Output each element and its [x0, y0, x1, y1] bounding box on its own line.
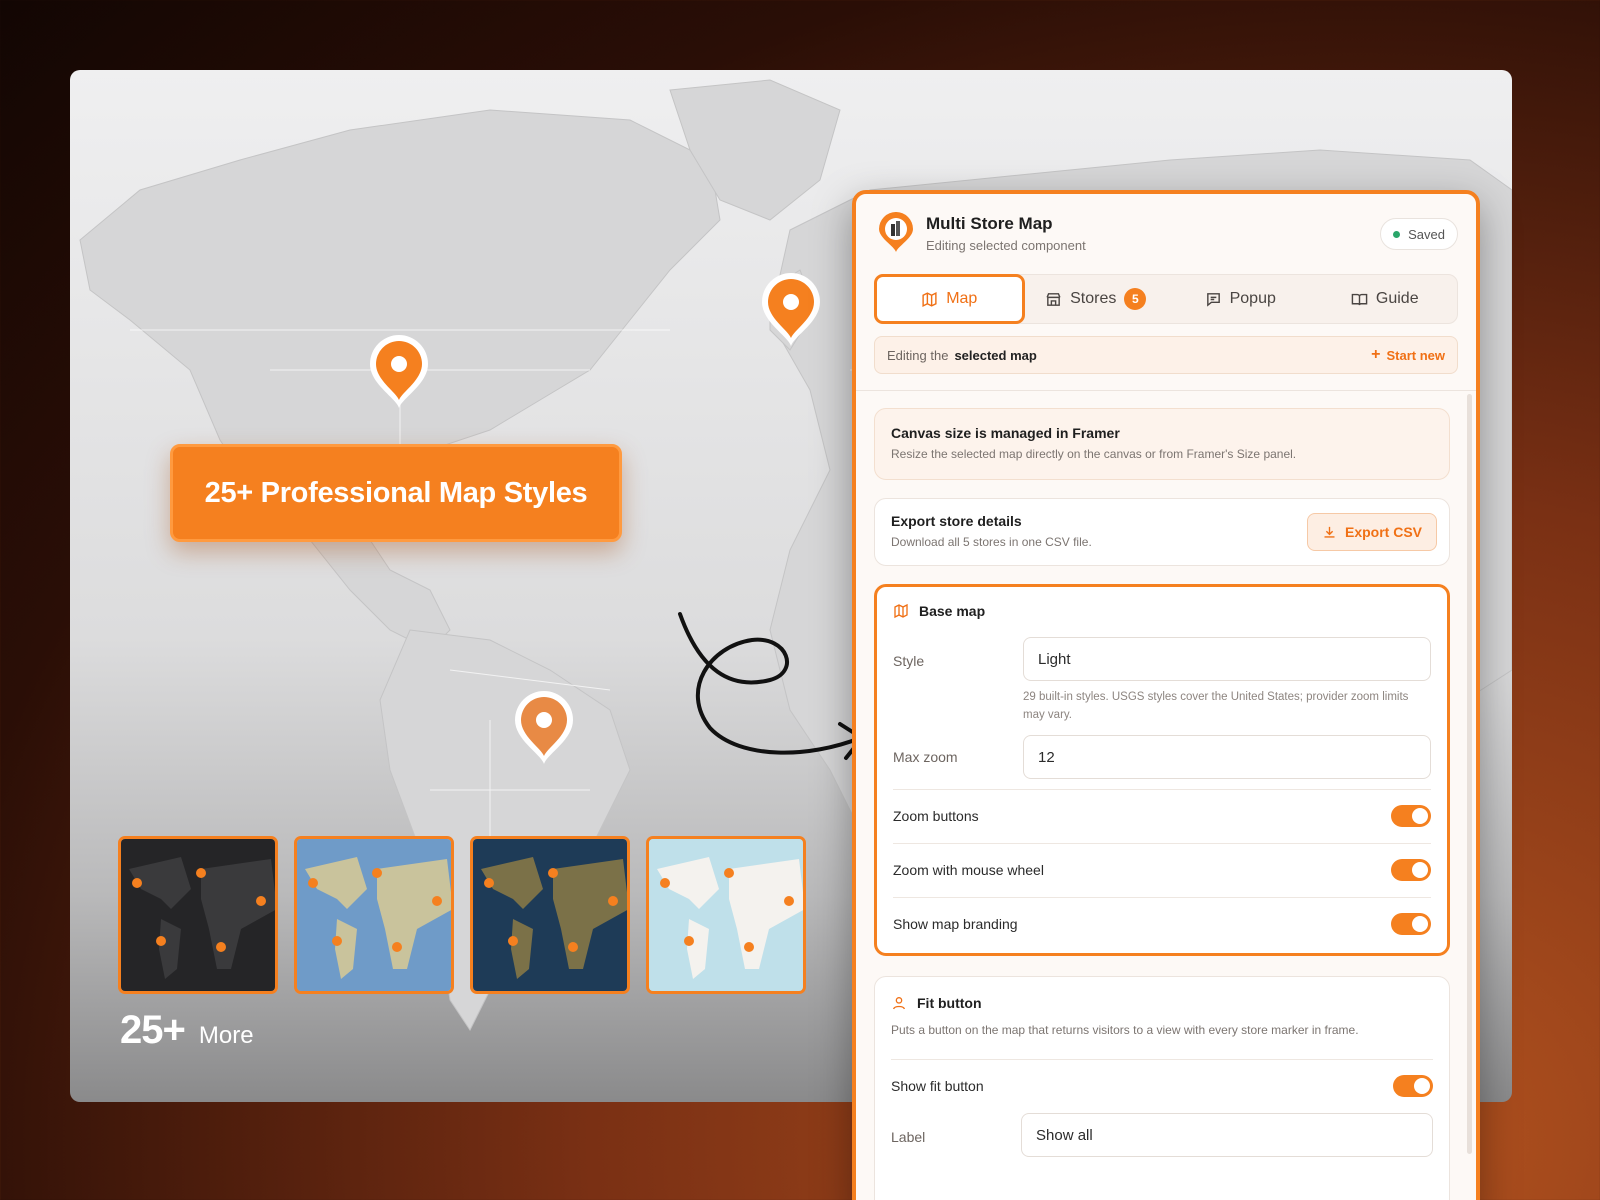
- canvas-notice-title: Canvas size is managed in Framer: [891, 425, 1120, 441]
- status-dot-icon: [1393, 230, 1401, 238]
- mouse-wheel-row: Zoom with mouse wheel: [893, 855, 1431, 885]
- stores-count-badge: 5: [1124, 288, 1147, 310]
- map-pin-logo-icon: [879, 212, 913, 252]
- base-map-card: Base map Style Light 29 built-in styles.…: [874, 584, 1450, 956]
- max-zoom-label: Max zoom: [893, 749, 958, 765]
- editing-target: selected map: [954, 347, 1037, 363]
- user-pin-icon: [893, 997, 905, 1010]
- divider: [893, 789, 1431, 790]
- editing-prefix: Editing the: [887, 347, 949, 363]
- zoom-buttons-toggle[interactable]: [1391, 805, 1431, 827]
- toggle-label: Zoom buttons: [893, 808, 979, 824]
- fit-button-desc: Puts a button on the map that returns vi…: [891, 1023, 1359, 1037]
- map-branding-row: Show map branding: [893, 909, 1431, 939]
- panel-tabs: Map Stores 5 Popup Guide: [874, 274, 1458, 324]
- export-csv-button[interactable]: Export CSV: [1306, 513, 1437, 551]
- map-branding-toggle[interactable]: [1391, 913, 1431, 935]
- divider: [893, 843, 1431, 844]
- fit-button-card: Fit button Puts a button on the map that…: [874, 976, 1450, 1200]
- header-divider: [856, 390, 1476, 391]
- book-icon: [1351, 293, 1368, 305]
- map-style-thumbnail-satellite[interactable]: [470, 836, 630, 994]
- map-style-thumbnail-physical[interactable]: [294, 836, 454, 994]
- start-new-label: Start new: [1386, 347, 1445, 363]
- fit-label-input[interactable]: Show all: [1021, 1113, 1433, 1157]
- tab-label: Map: [946, 290, 978, 307]
- style-hint: 29 built-in styles. USGS styles cover th…: [1023, 691, 1409, 721]
- tab-label: Popup: [1229, 290, 1276, 307]
- more-styles-text: More: [198, 1022, 254, 1049]
- tab-popup[interactable]: Popup: [1168, 275, 1313, 323]
- more-styles-count: 25+: [120, 1008, 186, 1052]
- store-icon: [1046, 292, 1061, 306]
- plus-icon: +: [1371, 346, 1381, 363]
- style-select[interactable]: Light: [1023, 637, 1431, 681]
- max-zoom-value: 12: [1038, 748, 1055, 766]
- tab-label: Guide: [1375, 290, 1419, 307]
- map-style-thumbnail-dark[interactable]: [118, 836, 278, 994]
- tab-label: Stores: [1070, 290, 1117, 307]
- base-map-title: Base map: [919, 603, 986, 619]
- map-styles-callout: 25+ Professional Map Styles: [170, 444, 622, 542]
- panel-subtitle: Editing selected component: [926, 238, 1086, 253]
- multi-store-map-panel: Multi Store Map Editing selected compone…: [852, 190, 1480, 1200]
- editing-context-bar: Editing the selected map + Start new: [874, 336, 1458, 374]
- saved-status-badge: Saved: [1380, 218, 1458, 250]
- fit-label-label: Label: [891, 1129, 926, 1145]
- start-new-button[interactable]: + Start new: [1371, 346, 1445, 364]
- export-card: Export store details Download all 5 stor…: [874, 498, 1450, 566]
- mouse-wheel-toggle[interactable]: [1391, 859, 1431, 881]
- map-pin-icon: [762, 273, 820, 346]
- tab-stores[interactable]: Stores 5: [1024, 275, 1169, 323]
- zoom-buttons-row: Zoom buttons: [893, 801, 1431, 831]
- toggle-label: Show map branding: [893, 916, 1018, 932]
- panel-header: Multi Store Map Editing selected compone…: [874, 212, 1458, 258]
- panel-title: Multi Store Map: [926, 214, 1053, 233]
- saved-status-text: Saved: [1408, 226, 1445, 242]
- style-value: Light: [1038, 650, 1071, 668]
- map-style-thumbnails: [118, 836, 806, 994]
- style-label: Style: [893, 653, 925, 669]
- max-zoom-input[interactable]: 12: [1023, 735, 1431, 779]
- download-icon: [1324, 526, 1335, 538]
- tab-map[interactable]: Map: [874, 274, 1025, 324]
- canvas-notice-desc: Resize the selected map directly on the …: [891, 447, 1297, 461]
- fit-label-value: Show all: [1036, 1126, 1093, 1144]
- show-fit-button-row: Show fit button: [891, 1071, 1433, 1101]
- panel-scrollbar[interactable]: [1467, 394, 1472, 1154]
- canvas-size-notice: Canvas size is managed in Framer Resize …: [874, 408, 1450, 480]
- map-icon: [922, 291, 937, 307]
- toggle-label: Zoom with mouse wheel: [893, 862, 1044, 878]
- fit-button-title: Fit button: [917, 995, 982, 1011]
- toggle-label: Show fit button: [891, 1078, 984, 1094]
- map-pin-icon: [515, 691, 573, 764]
- map-style-thumbnail-light[interactable]: [646, 836, 806, 994]
- map-pin-icon: [370, 335, 428, 408]
- arrow-swirl-icon: [678, 612, 864, 760]
- export-csv-label: Export CSV: [1344, 524, 1422, 540]
- tab-guide[interactable]: Guide: [1313, 275, 1458, 323]
- more-styles-label: 25+ More: [120, 1008, 254, 1053]
- divider: [891, 1059, 1433, 1060]
- popup-icon: [1206, 292, 1220, 307]
- divider: [893, 897, 1431, 898]
- show-fit-button-toggle[interactable]: [1393, 1075, 1433, 1097]
- map-icon: [894, 603, 908, 619]
